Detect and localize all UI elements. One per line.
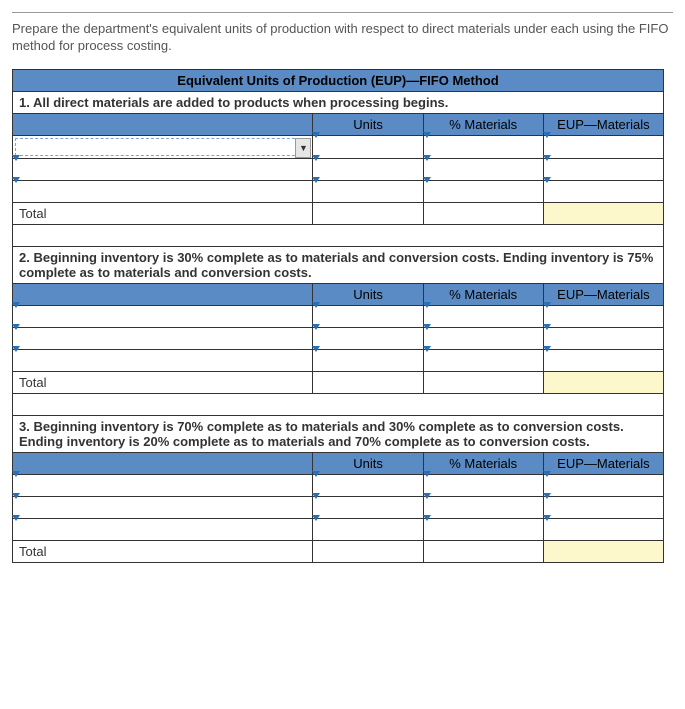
s3-row3-pct[interactable] (423, 518, 543, 540)
s2-row3-desc[interactable] (13, 349, 313, 371)
col-units: Units (313, 113, 423, 135)
s3-row1-pct[interactable] (423, 474, 543, 496)
s1-row3-eup[interactable] (543, 180, 663, 202)
s1-total-eup (543, 202, 663, 224)
s2-row2-units[interactable] (313, 327, 423, 349)
s1-total-label: Total (13, 202, 313, 224)
col-eup-materials: EUP—Materials (543, 283, 663, 305)
s2-total-pct-blank (423, 371, 543, 393)
s1-total-units (313, 202, 423, 224)
col-blank (13, 283, 313, 305)
section-2-header: 2. Beginning inventory is 30% complete a… (13, 246, 664, 283)
col-pct-materials: % Materials (423, 283, 543, 305)
s2-row3-units[interactable] (313, 349, 423, 371)
eup-table: Equivalent Units of Production (EUP)—FIF… (12, 69, 664, 563)
chevron-down-icon[interactable]: ▼ (295, 138, 311, 158)
section-1-header: 1. All direct materials are added to pro… (13, 91, 664, 113)
s3-row3-units[interactable] (313, 518, 423, 540)
s1-row3-desc[interactable] (13, 180, 313, 202)
s1-row3-pct[interactable] (423, 180, 543, 202)
s2-row3-pct[interactable] (423, 349, 543, 371)
s1-row1-pct[interactable] (423, 135, 543, 158)
s2-total-units (313, 371, 423, 393)
col-pct-materials: % Materials (423, 113, 543, 135)
s2-row2-desc[interactable] (13, 327, 313, 349)
s3-total-units (313, 540, 423, 562)
dropdown-field[interactable]: ▼ (15, 138, 310, 156)
s3-row2-pct[interactable] (423, 496, 543, 518)
col-blank (13, 452, 313, 474)
section-3-header: 3. Beginning inventory is 70% complete a… (13, 415, 664, 452)
s2-total-eup (543, 371, 663, 393)
s3-row1-units[interactable] (313, 474, 423, 496)
s3-row2-eup[interactable] (543, 496, 663, 518)
s1-row1-desc[interactable]: ▼ (13, 135, 313, 158)
s3-row3-eup[interactable] (543, 518, 663, 540)
s2-row1-desc[interactable] (13, 305, 313, 327)
s2-total-label: Total (13, 371, 313, 393)
s2-row1-units[interactable] (313, 305, 423, 327)
s3-row2-desc[interactable] (13, 496, 313, 518)
col-units: Units (313, 283, 423, 305)
s2-row3-eup[interactable] (543, 349, 663, 371)
s1-row2-desc[interactable] (13, 158, 313, 180)
s1-row2-eup[interactable] (543, 158, 663, 180)
s3-row2-units[interactable] (313, 496, 423, 518)
instructions-text: Prepare the department's equivalent unit… (12, 21, 673, 55)
s3-row1-desc[interactable] (13, 474, 313, 496)
s2-row2-eup[interactable] (543, 327, 663, 349)
s3-total-label: Total (13, 540, 313, 562)
s3-row1-eup[interactable] (543, 474, 663, 496)
s2-row1-pct[interactable] (423, 305, 543, 327)
s3-total-eup (543, 540, 663, 562)
s1-row1-eup[interactable] (543, 135, 663, 158)
col-units: Units (313, 452, 423, 474)
spacer (13, 224, 664, 246)
s2-row1-eup[interactable] (543, 305, 663, 327)
s2-row2-pct[interactable] (423, 327, 543, 349)
col-pct-materials: % Materials (423, 452, 543, 474)
s1-row3-units[interactable] (313, 180, 423, 202)
col-eup-materials: EUP—Materials (543, 113, 663, 135)
s3-total-pct-blank (423, 540, 543, 562)
table-title: Equivalent Units of Production (EUP)—FIF… (13, 69, 664, 91)
col-blank (13, 113, 313, 135)
s1-total-pct-blank (423, 202, 543, 224)
s1-row2-units[interactable] (313, 158, 423, 180)
spacer (13, 393, 664, 415)
s3-row3-desc[interactable] (13, 518, 313, 540)
top-divider (12, 12, 673, 13)
s1-row2-pct[interactable] (423, 158, 543, 180)
col-eup-materials: EUP—Materials (543, 452, 663, 474)
s1-row1-units[interactable] (313, 135, 423, 158)
